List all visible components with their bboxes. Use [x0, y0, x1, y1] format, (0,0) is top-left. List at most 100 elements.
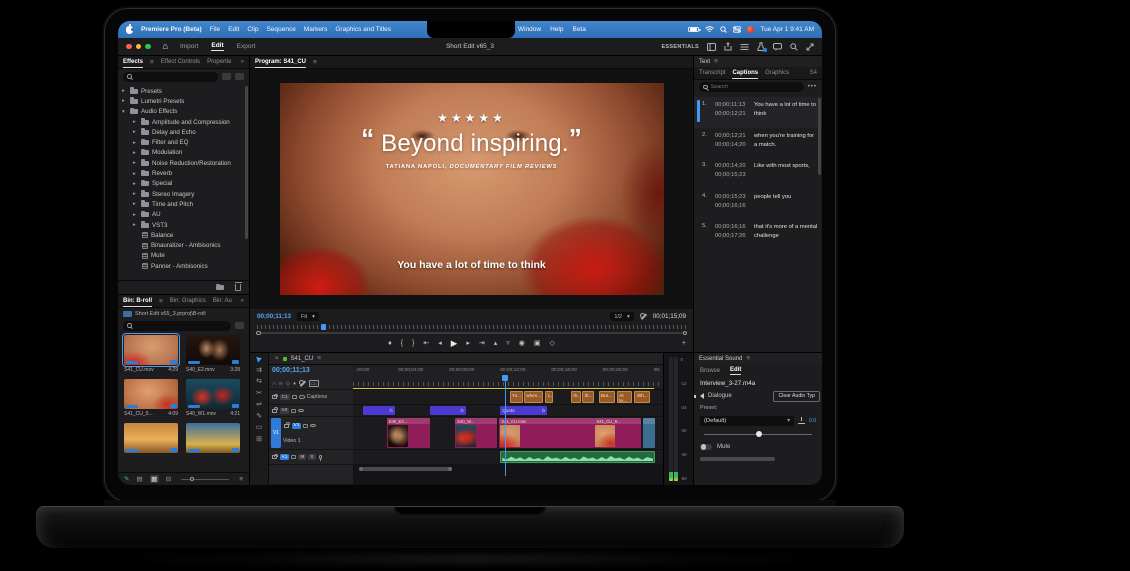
- tab-bin-broll[interactable]: Bin: B-roll: [123, 296, 152, 307]
- caption-text[interactable]: when you're training for a match.: [754, 132, 818, 151]
- fit-dropdown[interactable]: Fit▾: [297, 312, 319, 321]
- goto-out-icon[interactable]: ⇥: [479, 340, 485, 347]
- type-tool[interactable]: ⊞: [256, 435, 262, 443]
- menu-file[interactable]: File: [210, 26, 220, 33]
- twirl-icon[interactable]: ▸: [133, 191, 141, 197]
- bin-breadcrumb[interactable]: Short Edit v65_3.prproj\B-roll: [135, 311, 206, 317]
- panel-menu-icon[interactable]: ≡: [746, 355, 750, 362]
- ripple-edit-tool[interactable]: ⇆: [256, 377, 262, 385]
- lock-icon[interactable]: [272, 455, 277, 459]
- twirl-icon[interactable]: ▸: [133, 129, 141, 135]
- caption-text[interactable]: that it's more of a mental challenge: [754, 223, 818, 242]
- tab-effects[interactable]: Effects: [123, 57, 143, 68]
- effects-search-input[interactable]: [123, 72, 218, 82]
- track-select-tool[interactable]: ⇉: [256, 366, 262, 374]
- tab-overflow[interactable]: S4: [810, 70, 817, 76]
- track-a1-button[interactable]: A1: [280, 454, 290, 460]
- caption-clip[interactable]: th...: [582, 391, 594, 403]
- caption-item[interactable]: 5. 00;00;16;1600;00;17;26 that it's more…: [694, 219, 822, 250]
- slider-handle[interactable]: [756, 431, 762, 437]
- preset-dropdown[interactable]: (Default) ▾: [700, 416, 794, 426]
- home-button[interactable]: ⌂: [163, 42, 168, 51]
- caption-item[interactable]: 3. 00;00;14;2000;00;15;23 Like with most…: [694, 158, 822, 189]
- twirl-icon[interactable]: ▸: [133, 222, 141, 228]
- graphic-clip[interactable]: Quote fx: [500, 406, 547, 415]
- v1-track-lane[interactable]: S40_E2... S40_W...: [353, 417, 663, 450]
- feedback-icon[interactable]: [773, 43, 782, 51]
- playback-resolution-dropdown[interactable]: 1/2▾: [610, 312, 633, 321]
- twirl-icon[interactable]: ▸: [133, 150, 141, 156]
- effects-scrollbar[interactable]: [245, 86, 248, 239]
- extract-icon[interactable]: ▿: [506, 340, 510, 347]
- bin-search-input[interactable]: [123, 321, 231, 331]
- workspace-switcher-icon[interactable]: [707, 43, 716, 51]
- bin-filter-icon[interactable]: [235, 322, 244, 329]
- clip-thumbnail[interactable]: [186, 379, 240, 409]
- tab-graphics[interactable]: Graphics: [765, 68, 789, 78]
- a1-track-lane[interactable]: [353, 450, 663, 465]
- essential-sound-scrollbar[interactable]: [700, 456, 816, 462]
- timeline-timecode[interactable]: 00;00;11;13: [272, 367, 310, 374]
- control-center-icon[interactable]: [733, 26, 741, 33]
- effects-tree-item[interactable]: Balance: [122, 230, 249, 240]
- program-video-frame[interactable]: ★★★★★ “ Beyond inspiring.” TATIANA NAPOL…: [280, 83, 664, 295]
- solo-track-button[interactable]: S: [308, 454, 315, 460]
- track-visibility-icon[interactable]: [310, 424, 316, 428]
- panel-menu-icon[interactable]: ≡: [159, 298, 163, 305]
- caption-item[interactable]: 1. 00;00;11;1300;00;12;21 You have a lot…: [694, 97, 822, 128]
- new-custom-bin-icon[interactable]: [216, 285, 224, 290]
- tab-edit[interactable]: Edit: [211, 42, 223, 52]
- razor-tool[interactable]: ✂: [256, 389, 262, 397]
- effects-tree-item[interactable]: ▸ Lumetri Presets: [122, 96, 249, 106]
- audio-clip[interactable]: [500, 451, 655, 463]
- timeline-playhead[interactable]: [505, 377, 506, 476]
- twirl-icon[interactable]: ▸: [133, 181, 141, 187]
- tab-import[interactable]: Import: [180, 43, 198, 50]
- sync-lock-icon[interactable]: [291, 409, 296, 413]
- rectangle-tool[interactable]: ▭: [256, 423, 263, 431]
- save-preset-icon[interactable]: [798, 417, 805, 424]
- tab-transcript[interactable]: Transcript: [699, 68, 725, 78]
- v2-track-lane[interactable]: fx fx: [353, 405, 663, 417]
- captions-track-lane[interactable]: Yo...when...L...th...th...But...At le...…: [353, 390, 663, 405]
- menu-markers[interactable]: Markers: [304, 26, 327, 33]
- audio-effects-filter-icon[interactable]: [235, 73, 244, 80]
- sync-lock-icon[interactable]: [303, 424, 308, 428]
- close-sequence-icon[interactable]: ×: [275, 356, 279, 362]
- effects-tree-item[interactable]: ▸ Time and Pitch: [122, 199, 249, 209]
- video-clip[interactable]: [643, 418, 655, 448]
- mute-toggle[interactable]: [700, 444, 712, 451]
- video-clip[interactable]: S41_CU_9...: [594, 418, 640, 448]
- caption-clip[interactable]: At le...: [617, 391, 633, 403]
- menu-beta[interactable]: Beta: [572, 26, 585, 33]
- goto-in-icon[interactable]: ⇤: [423, 340, 429, 347]
- tab-overflow-icon[interactable]: »: [241, 59, 244, 65]
- bin-clip[interactable]: [186, 423, 240, 455]
- twirl-icon[interactable]: ▸: [133, 140, 141, 146]
- effects-tree-item[interactable]: ▸ Presets: [122, 86, 249, 96]
- effects-tree-item[interactable]: ▸ Amplitude and Compression: [122, 117, 249, 127]
- bin-clip[interactable]: S41_CU_9... 4:09: [124, 379, 178, 417]
- source-patch-v1[interactable]: V1: [271, 418, 281, 448]
- tab-bin-audio[interactable]: Bin: Au: [213, 296, 232, 306]
- timeline-settings-icon[interactable]: [299, 380, 306, 387]
- workspace-label[interactable]: ESSENTIALS: [661, 44, 699, 50]
- bin-clip[interactable]: S40_W1.mov 4:21: [186, 379, 240, 417]
- menu-edit[interactable]: Edit: [228, 26, 239, 33]
- effects-tree-item[interactable]: ▸ Delay and Echo: [122, 127, 249, 137]
- more-options-icon[interactable]: •••: [808, 84, 817, 90]
- caption-text[interactable]: people tell you: [754, 193, 818, 212]
- panel-menu-icon[interactable]: ≡: [317, 355, 321, 362]
- lock-icon[interactable]: [284, 424, 289, 428]
- wifi-icon[interactable]: [705, 26, 714, 33]
- mark-out-icon[interactable]: }: [412, 340, 414, 347]
- caption-item[interactable]: 2. 00;00;12;2100;00;14;20 when you're tr…: [694, 128, 822, 159]
- nest-icon[interactable]: ◇: [286, 381, 290, 387]
- lock-icon[interactable]: [272, 395, 277, 399]
- selection-tool[interactable]: [256, 355, 263, 362]
- clip-thumbnail[interactable]: [186, 335, 240, 365]
- snap-icon[interactable]: ∩: [272, 381, 276, 387]
- lift-icon[interactable]: ▴: [494, 340, 498, 347]
- captions-search-input[interactable]: Search: [699, 82, 804, 92]
- panel-menu-icon[interactable]: ≡: [150, 59, 154, 66]
